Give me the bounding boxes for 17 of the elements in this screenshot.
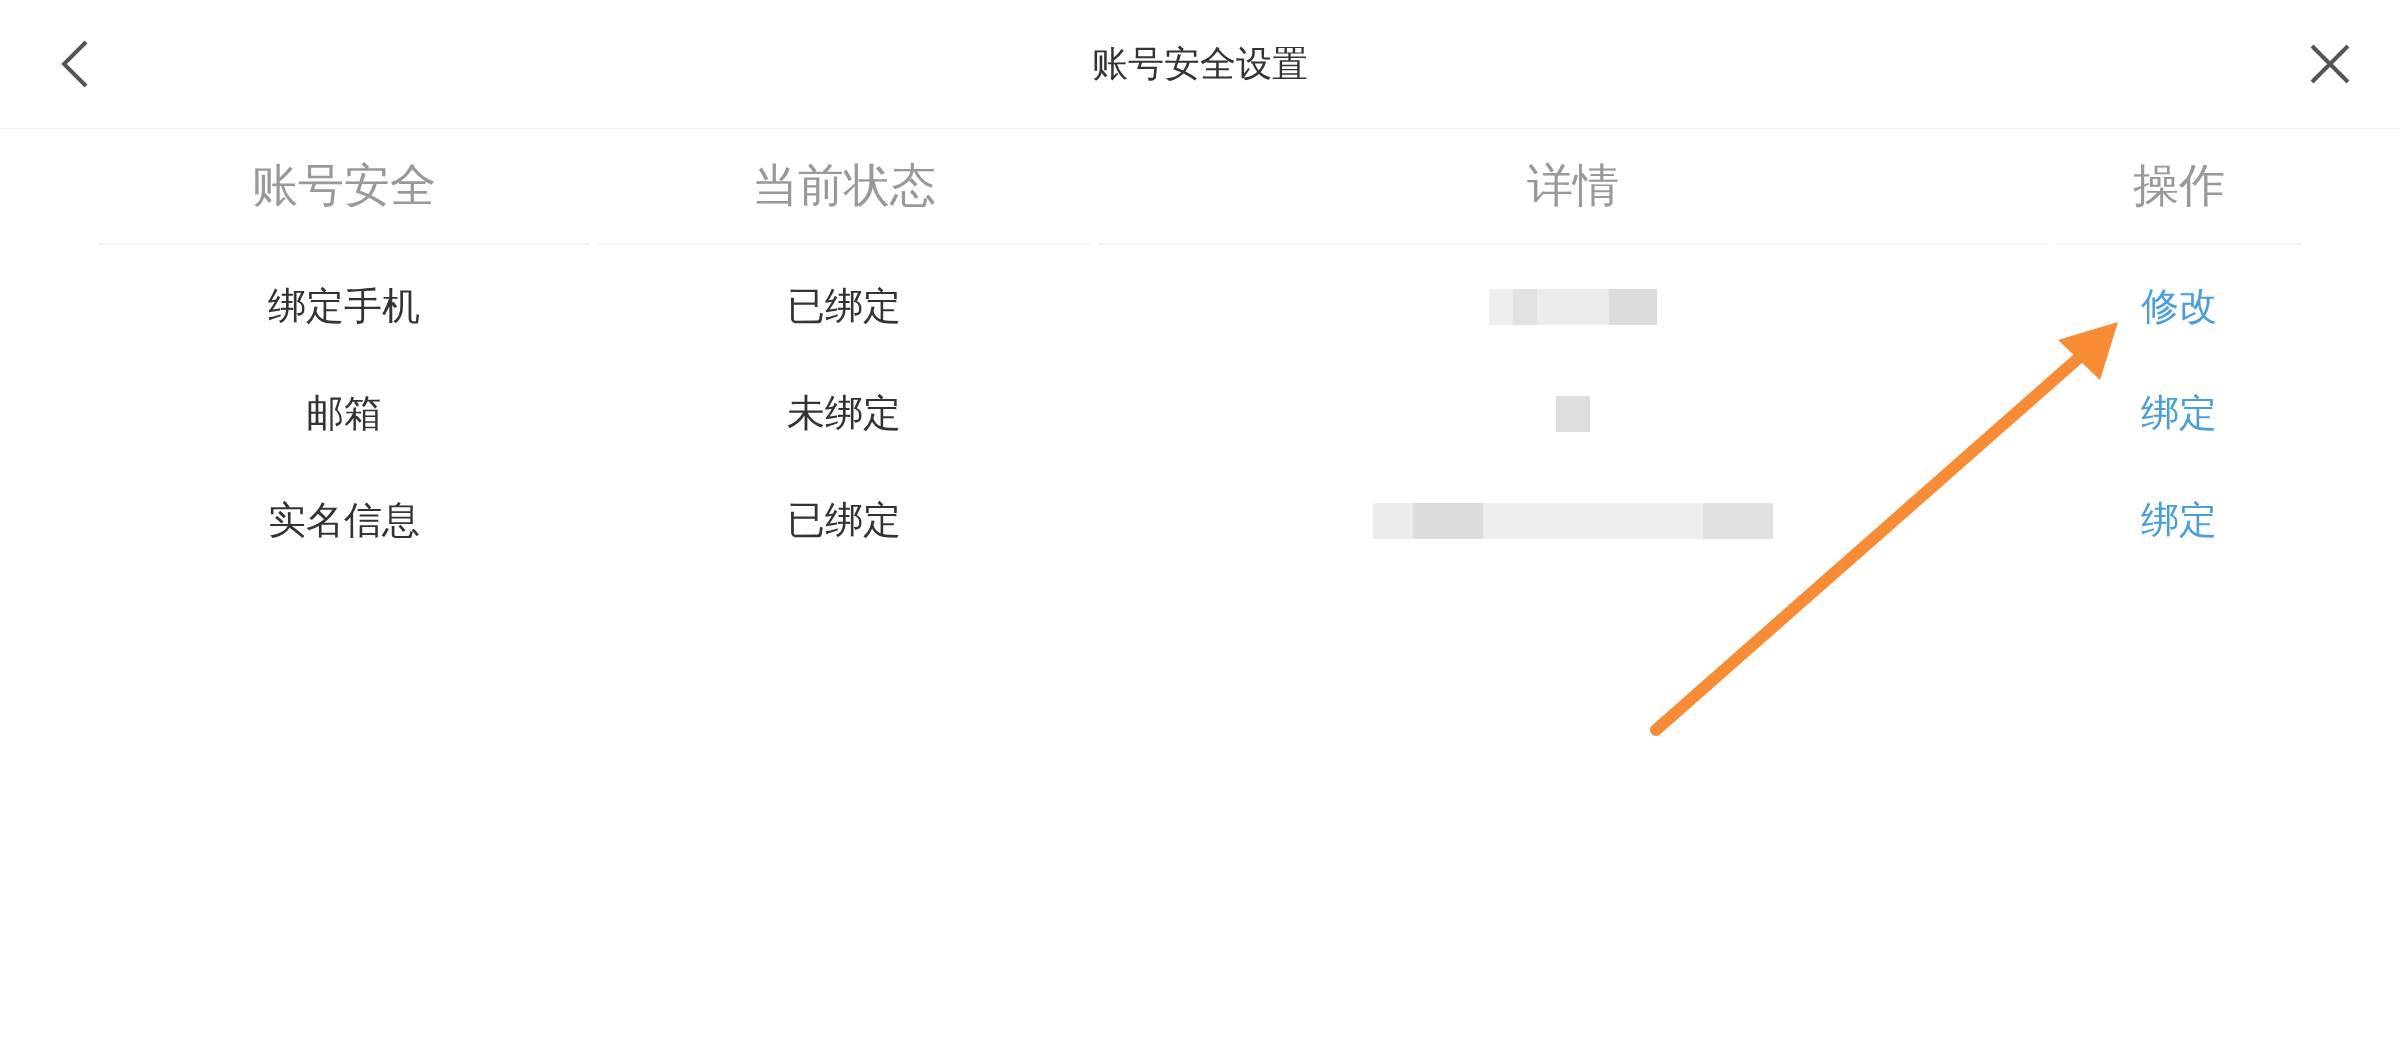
table-cell-text: 邮箱 xyxy=(306,391,382,436)
table-cell-text: 已绑定 xyxy=(787,498,901,543)
table-cell-text: 已绑定 xyxy=(787,284,901,329)
back-icon[interactable] xyxy=(60,39,90,89)
close-icon[interactable] xyxy=(2310,44,2350,84)
table-cell-text: 绑定手机 xyxy=(268,284,420,329)
action-link[interactable]: 修改 xyxy=(2141,281,2217,332)
redacted-mosaic xyxy=(1556,395,1590,432)
table-cell-text: 实名信息 xyxy=(268,498,420,543)
window-title: 账号安全设置 xyxy=(1092,41,1308,86)
column-header: 当前状态 xyxy=(752,158,936,213)
table-cell-text: 未绑定 xyxy=(787,391,901,436)
action-link[interactable]: 绑定 xyxy=(2141,495,2217,546)
column-header: 账号安全 xyxy=(252,158,436,213)
column-header: 详情 xyxy=(1527,158,1619,213)
column-header: 操作 xyxy=(2133,158,2225,213)
action-link[interactable]: 绑定 xyxy=(2141,388,2217,439)
